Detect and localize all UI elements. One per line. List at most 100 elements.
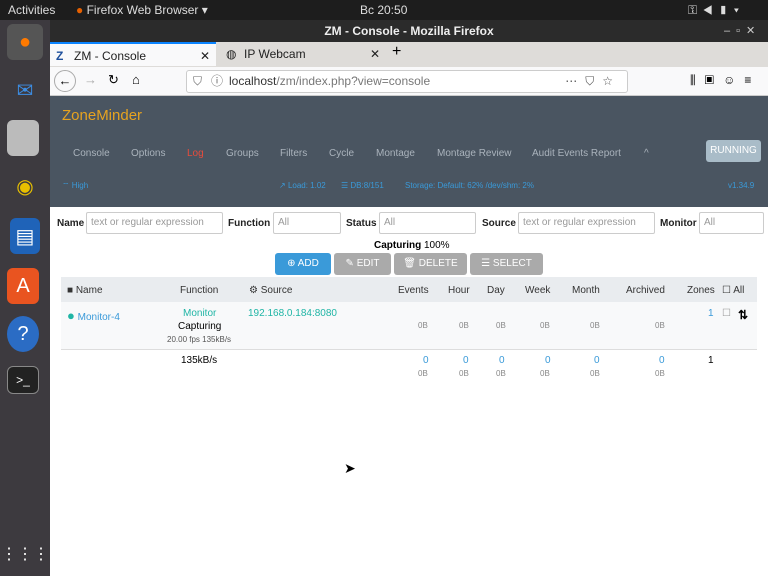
month-size: 0B bbox=[590, 321, 600, 330]
software-icon[interactable]: A bbox=[7, 268, 39, 304]
total-month[interactable]: 0 bbox=[594, 355, 600, 366]
files-icon[interactable] bbox=[7, 120, 39, 156]
activities-button[interactable]: Activities bbox=[8, 3, 55, 17]
nav-console[interactable]: Console bbox=[73, 148, 110, 159]
url-path: /zm/index.php?view=console bbox=[276, 74, 431, 88]
col-name[interactable]: ■ Name bbox=[67, 285, 103, 296]
back-button[interactable]: ← bbox=[54, 70, 76, 92]
load-value: Load: 1.02 bbox=[287, 181, 326, 190]
forward-button[interactable]: → bbox=[84, 72, 97, 87]
nav-groups[interactable]: Groups bbox=[226, 148, 259, 159]
monitor-source-link[interactable]: 192.168.0.184:8080 bbox=[248, 308, 337, 319]
nav-collapse-toggle[interactable]: ^ bbox=[644, 148, 649, 159]
select-all-checkbox[interactable]: ☐ All bbox=[722, 285, 744, 296]
col-day[interactable]: Day bbox=[487, 285, 505, 296]
monitor-state: Capturing bbox=[178, 321, 222, 332]
total-archived-size: 0B bbox=[655, 369, 665, 378]
col-month[interactable]: Month bbox=[572, 285, 600, 296]
help-icon[interactable]: ? bbox=[7, 316, 39, 352]
nav-cycle[interactable]: Cycle bbox=[329, 148, 354, 159]
writer-icon[interactable]: ▤ bbox=[10, 218, 40, 254]
total-hour[interactable]: 0 bbox=[463, 355, 469, 366]
col-events[interactable]: Events bbox=[398, 285, 429, 296]
source-filter-input[interactable]: text or regular expression bbox=[518, 212, 655, 234]
nav-options[interactable]: Options bbox=[131, 148, 165, 159]
trend-icon: ↗ bbox=[279, 181, 286, 190]
col-zones[interactable]: Zones bbox=[687, 285, 715, 296]
sort-handle-icon[interactable]: ⇅ bbox=[738, 308, 748, 322]
add-button[interactable]: ⊕ ADD bbox=[275, 253, 331, 275]
row-checkbox[interactable]: ☐ bbox=[722, 308, 731, 319]
delete-label: DELETE bbox=[418, 258, 458, 269]
zm-brand[interactable]: ZoneMinder bbox=[62, 107, 142, 124]
monitor-function-link[interactable]: Monitor bbox=[183, 308, 216, 319]
firefox-icon[interactable]: ● bbox=[7, 24, 43, 60]
capturing-value: 100% bbox=[424, 240, 450, 251]
monitor-filter-label: Monitor bbox=[660, 218, 697, 229]
page-actions-icons[interactable]: ⋯⛉☆ bbox=[565, 71, 621, 92]
toolbar-icons[interactable]: ⫼▣☺≡ bbox=[690, 73, 760, 88]
running-state-button[interactable]: RUNNING bbox=[706, 140, 761, 162]
nav-audit-events-report[interactable]: Audit Events Report bbox=[532, 148, 621, 159]
close-tab-icon[interactable]: ✕ bbox=[370, 42, 380, 66]
system-top-bar: Activities ● Firefox Web Browser ▾ Bc 20… bbox=[0, 0, 768, 20]
select-label: SELECT bbox=[492, 258, 532, 269]
thunderbird-icon[interactable]: ✉ bbox=[7, 72, 43, 108]
mouse-cursor-icon: ➤ bbox=[344, 460, 356, 476]
monitor-filter-select[interactable]: All bbox=[699, 212, 764, 234]
total-week[interactable]: 0 bbox=[545, 355, 551, 366]
status-filter-select[interactable]: All bbox=[379, 212, 476, 234]
col-week[interactable]: Week bbox=[525, 285, 550, 296]
total-events[interactable]: 0 bbox=[423, 355, 429, 366]
nav-montage[interactable]: Montage bbox=[376, 148, 415, 159]
week-size: 0B bbox=[540, 321, 550, 330]
url-bar[interactable]: ⛉ ⓘ localhost/zm/index.php?view=console … bbox=[186, 70, 628, 93]
name-filter-label: Name bbox=[57, 218, 85, 229]
close-tab-icon[interactable]: ✕ bbox=[200, 44, 210, 68]
zm-favicon: Z bbox=[56, 49, 64, 63]
status-filter-label: Status bbox=[346, 218, 377, 229]
col-archived[interactable]: Archived bbox=[626, 285, 665, 296]
new-tab-button[interactable]: + bbox=[392, 43, 401, 61]
monitor-name: Monitor-4 bbox=[77, 312, 120, 323]
tab-label: ZM - Console bbox=[74, 49, 147, 63]
total-day[interactable]: 0 bbox=[499, 355, 505, 366]
nav-filters[interactable]: Filters bbox=[280, 148, 307, 159]
archived-size: 0B bbox=[655, 321, 665, 330]
tab-ip-webcam[interactable]: IP Webcam ◍ ✕ bbox=[220, 42, 386, 66]
reload-button[interactable]: ↻ bbox=[108, 72, 119, 88]
rhythmbox-icon[interactable]: ◉ bbox=[7, 168, 43, 204]
capturing-status: Capturing 100% bbox=[374, 240, 450, 251]
terminal-icon[interactable]: >_ bbox=[7, 366, 39, 394]
total-day-size: 0B bbox=[496, 369, 506, 378]
zones-link[interactable]: 1 bbox=[708, 308, 714, 319]
bandwidth-selector[interactable]: ⌔ High bbox=[62, 181, 88, 191]
bandwidth-label: High bbox=[71, 181, 89, 190]
capturing-label: Capturing bbox=[374, 240, 422, 251]
home-button[interactable]: ⌂ bbox=[132, 72, 140, 87]
function-filter-label: Function bbox=[228, 218, 271, 229]
nav-log[interactable]: Log bbox=[187, 148, 204, 159]
col-hour[interactable]: Hour bbox=[448, 285, 470, 296]
window-controls[interactable]: –▫✕ bbox=[724, 24, 761, 37]
system-tray-icons[interactable]: ⚿◀▮▾ bbox=[688, 3, 745, 18]
edit-button[interactable]: ✎ EDIT bbox=[334, 253, 391, 275]
events-size: 0B bbox=[418, 321, 428, 330]
clock[interactable]: Bc 20:50 bbox=[360, 3, 407, 17]
name-filter-input[interactable]: text or regular expression bbox=[86, 212, 223, 234]
function-filter-select[interactable]: All bbox=[273, 212, 341, 234]
version[interactable]: v1.34.9 bbox=[728, 181, 754, 190]
table-row bbox=[61, 302, 757, 350]
total-archived[interactable]: 0 bbox=[659, 355, 665, 366]
nav-montage-review[interactable]: Montage Review bbox=[437, 148, 511, 159]
col-source[interactable]: ⚙ Source bbox=[249, 285, 292, 296]
col-function[interactable]: Function bbox=[180, 285, 218, 296]
select-button[interactable]: ☰ SELECT bbox=[470, 253, 543, 275]
hour-size: 0B bbox=[459, 321, 469, 330]
show-apps-icon[interactable]: ⋮⋮⋮ bbox=[1, 536, 49, 572]
col-name-label: Name bbox=[75, 285, 103, 296]
monitor-name-link[interactable]: ● Monitor-4 bbox=[67, 308, 120, 323]
delete-button[interactable]: 🗑 DELETE bbox=[394, 253, 467, 275]
tab-zm-console[interactable]: ZM - Console Z ✕ bbox=[50, 42, 216, 66]
app-menu[interactable]: ● Firefox Web Browser ▾ bbox=[76, 3, 208, 17]
